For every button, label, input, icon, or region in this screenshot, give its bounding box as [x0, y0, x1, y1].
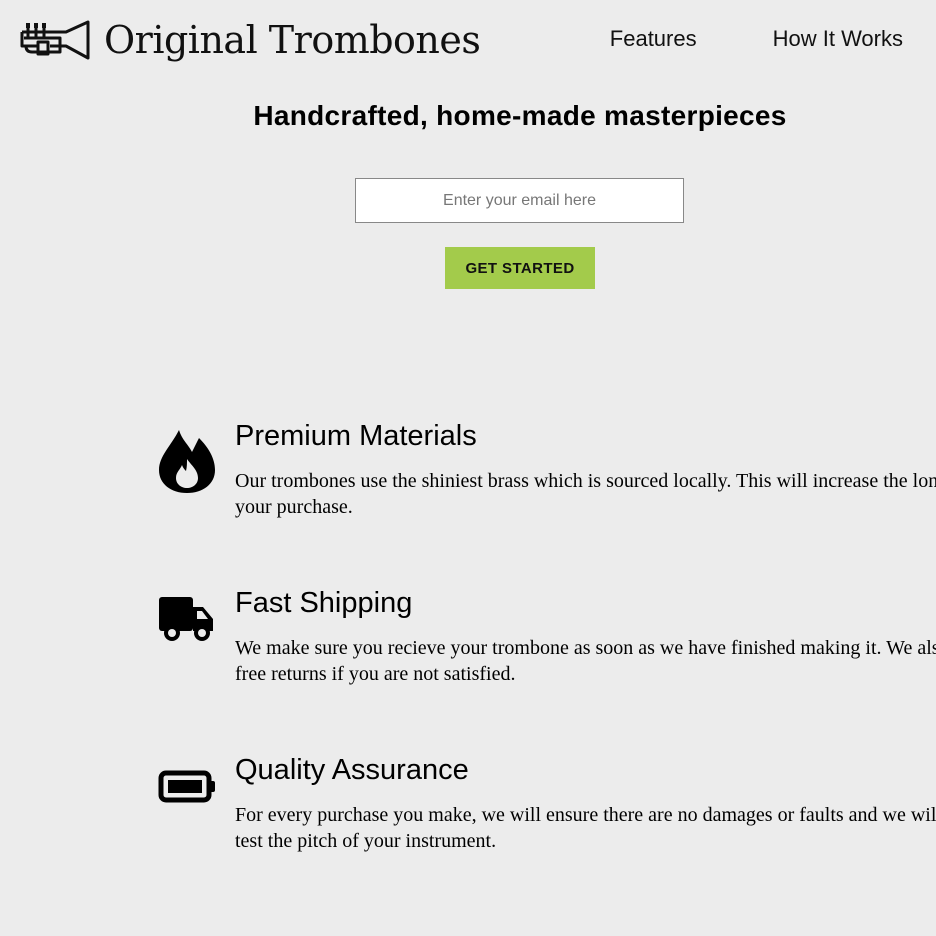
brand-name: Original Trombones — [104, 18, 481, 62]
nav-link-how-it-works[interactable]: How It Works — [773, 26, 903, 52]
fire-icon — [159, 430, 215, 493]
brand-logo[interactable]: Original Trombones — [20, 14, 481, 66]
feature-title: Fast Shipping — [235, 587, 413, 619]
main-nav: Features How It Works — [610, 26, 903, 52]
feature-title: Premium Materials — [235, 420, 477, 452]
site-header: Original Trombones Features How It Works — [0, 0, 936, 84]
feature-description: Our trombones use the shiniest brass whi… — [235, 470, 936, 518]
battery-full-icon — [158, 770, 215, 803]
feature-description: We make sure you recieve your trombone a… — [235, 637, 936, 685]
landing-page: Original Trombones Features How It Works… — [0, 0, 936, 936]
hero-headline: Handcrafted, home-made masterpieces — [253, 100, 787, 131]
trumpet-icon — [20, 20, 90, 60]
truck-icon — [159, 597, 213, 641]
feature-title: Quality Assurance — [235, 754, 469, 786]
hero-section: Handcrafted, home-made masterpieces — [0, 100, 936, 132]
feature-description: For every purchase you make, we will ens… — [235, 804, 936, 852]
get-started-button[interactable]: GET STARTED — [445, 247, 595, 289]
nav-link-features[interactable]: Features — [610, 26, 697, 52]
email-input[interactable] — [355, 178, 684, 223]
